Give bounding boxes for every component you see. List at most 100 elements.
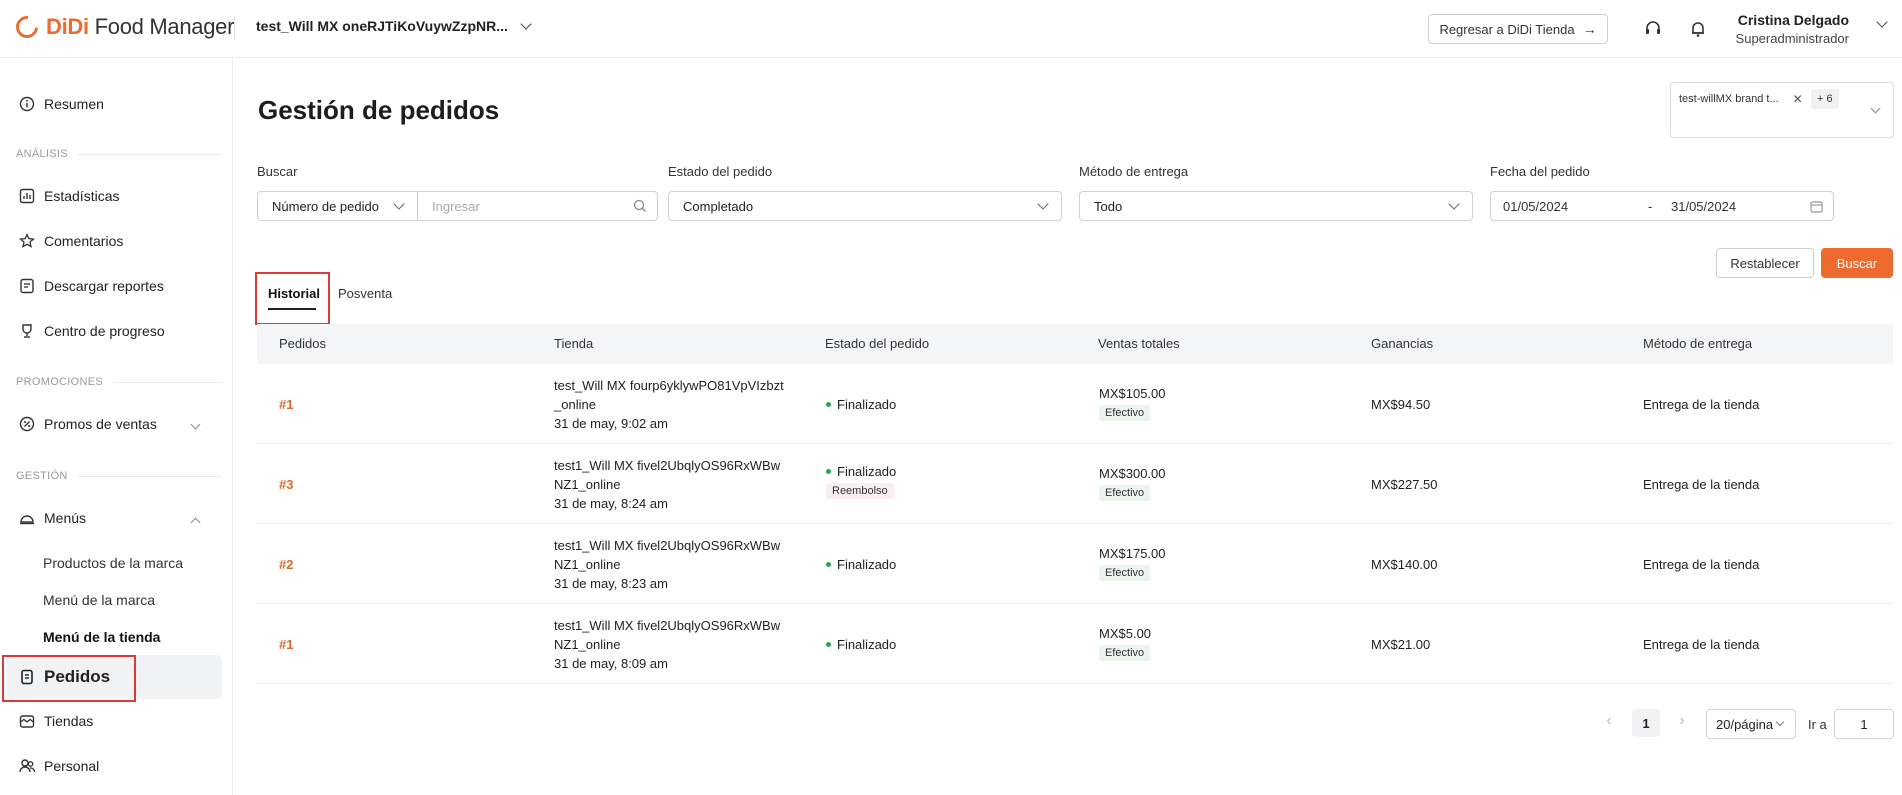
search-label: Buscar [257, 164, 298, 179]
page-size-value: 20/página [1716, 716, 1774, 732]
didi-food-manager-logo[interactable]: DiDi Food Manager [11, 11, 235, 43]
column-header-estado: Estado del pedido [825, 336, 930, 351]
sidebar-item-label: Centro de progreso [44, 323, 165, 339]
order-date: 31 de may, 9:02 am [554, 416, 668, 431]
trophy-icon [18, 322, 36, 340]
sidebar-item-promos-de-ventas[interactable]: Promos de ventas [0, 404, 222, 444]
order-date-range[interactable]: 01/05/2024 - 31/05/2024 [1490, 191, 1834, 221]
logo-product: Food Manager [94, 14, 235, 39]
sidebar-item-personal[interactable]: Personal [0, 746, 222, 786]
sidebar-item-label: Descargar reportes [44, 278, 164, 294]
brand-chip-label: test-willMX brand t... [1679, 93, 1779, 105]
tab-posventa[interactable]: Posventa [338, 286, 392, 301]
sidebar-item-menus[interactable]: Menús [0, 498, 222, 538]
earnings-cell: MX$21.00 [1371, 637, 1431, 652]
date-from[interactable]: 01/05/2024 [1503, 199, 1568, 214]
order-id-link[interactable]: #1 [279, 637, 293, 652]
page-size-select[interactable]: 20/página [1706, 709, 1796, 739]
column-header-ventas-totales: Ventas totales [1098, 336, 1180, 351]
user-profile[interactable]: Cristina Delgado Superadministrador [1735, 12, 1849, 46]
table-row[interactable]: #1 test_Will MX fourp6yklywPO81VpVIzbzt … [257, 364, 1893, 444]
payment-badge: Efectivo [1099, 645, 1151, 661]
sidebar-item-comentarios[interactable]: Comentarios [0, 221, 222, 261]
sidebar-subitem-menu-de-la-marca[interactable]: Menú de la marca [43, 592, 155, 608]
calendar-icon [1810, 200, 1823, 216]
store-name-line1: test1_Will MX fivel2UbqlyOS96RxWBw [554, 538, 781, 553]
table-row[interactable]: #3 test1_Will MX fivel2UbqlyOS96RxWBw NZ… [257, 444, 1893, 524]
store-cell: test_Will MX fourp6yklywPO81VpVIzbzt _on… [554, 376, 784, 433]
arrow-right-icon: → [1582, 21, 1597, 37]
search-icon[interactable] [633, 199, 647, 216]
search-type-select[interactable]: Número de pedido [258, 192, 418, 220]
store-name-line2: _online [554, 397, 596, 412]
highlight-box-historial [255, 272, 330, 325]
delivery-method-value: Todo [1094, 198, 1123, 214]
chevron-down-icon [1775, 717, 1785, 727]
chevron-down-icon [520, 18, 532, 30]
order-id-link[interactable]: #3 [279, 477, 293, 492]
brand-more-count: + 6 [1811, 89, 1839, 109]
store-cell: test1_Will MX fivel2UbqlyOS96RxWBw NZ1_o… [554, 536, 784, 593]
search-field: Número de pedido [257, 191, 658, 221]
pagination-next-icon[interactable]: › [1674, 712, 1690, 729]
store-selector[interactable]: test_Will MX oneRJTiKoVuywZzpNR... [256, 18, 532, 34]
sidebar-item-estadisticas[interactable]: Estadísticas [0, 176, 222, 216]
highlight-box-pedidos [2, 655, 136, 702]
back-to-didi-store-button[interactable]: Regresar a DiDi Tienda → [1428, 14, 1608, 44]
brand-chip: test-willMX brand t... ✕ [1679, 89, 1803, 109]
order-status-select[interactable]: Completado [668, 191, 1062, 221]
user-name: Cristina Delgado [1737, 12, 1849, 28]
order-status-text: Finalizado [837, 464, 897, 479]
refund-badge: Reembolso [826, 483, 894, 499]
sidebar-subitem-menu-de-la-tienda[interactable]: Menú de la tienda [43, 629, 160, 645]
payment-badge: Efectivo [1099, 405, 1151, 421]
user-menu-chevron-icon[interactable] [1876, 16, 1888, 28]
headset-support-icon[interactable] [1642, 18, 1664, 40]
delivery-method-cell: Entrega de la tienda [1643, 557, 1760, 572]
total-amount: MX$175.00 [1099, 546, 1166, 561]
sidebar-item-label: Comentarios [44, 233, 124, 249]
goto-page-input[interactable] [1834, 709, 1894, 739]
status-dot-icon [826, 642, 831, 647]
order-status-text: Finalizado [837, 637, 897, 652]
date-to[interactable]: 31/05/2024 [1671, 199, 1736, 214]
table-row[interactable]: #2 test1_Will MX fivel2UbqlyOS96RxWBw NZ… [257, 524, 1893, 604]
store-cell: test1_Will MX fivel2UbqlyOS96RxWBw NZ1_o… [554, 456, 784, 513]
percent-icon [18, 415, 36, 433]
total-amount: MX$5.00 [1099, 626, 1152, 641]
table-row[interactable]: #1 test1_Will MX fivel2UbqlyOS96RxWBw NZ… [257, 604, 1893, 684]
order-status: Finalizado [826, 397, 896, 412]
sidebar-item-tiendas[interactable]: Tiendas [0, 701, 222, 741]
sidebar-item-centro-de-progreso[interactable]: Centro de progreso [0, 311, 222, 351]
total-sales-cell: MX$5.00 Efectivo [1099, 626, 1151, 661]
back-button-label: Regresar a DiDi Tienda [1439, 21, 1575, 37]
logo-brand: DiDi [46, 14, 89, 39]
store-cell: test1_Will MX fivel2UbqlyOS96RxWBw NZ1_o… [554, 616, 784, 673]
total-sales-cell: MX$300.00 Efectivo [1099, 466, 1166, 501]
brand-filter-select[interactable]: test-willMX brand t... ✕ + 6 [1670, 82, 1894, 138]
sidebar-subitem-productos-de-la-marca[interactable]: Productos de la marca [43, 555, 183, 571]
delivery-method-select[interactable]: Todo [1079, 191, 1473, 221]
reset-button[interactable]: Restablecer [1716, 248, 1814, 278]
close-icon[interactable]: ✕ [1793, 92, 1803, 106]
store-name-line1: test_Will MX fourp6yklywPO81VpVIzbzt [554, 378, 784, 393]
section-label-analisis: ANÁLISIS [16, 148, 222, 160]
delivery-method-cell: Entrega de la tienda [1643, 477, 1760, 492]
pagination-prev-icon[interactable]: ‹ [1601, 712, 1617, 729]
order-date: 31 de may, 8:09 am [554, 656, 668, 671]
goto-page-label: Ir a [1808, 717, 1827, 732]
sidebar-item-resumen[interactable]: Resumen [0, 84, 222, 124]
payment-badge: Efectivo [1099, 485, 1151, 501]
order-status: Finalizado [826, 637, 896, 652]
earnings-cell: MX$227.50 [1371, 477, 1438, 492]
order-id-link[interactable]: #2 [279, 557, 293, 572]
search-input[interactable] [418, 192, 657, 220]
order-id-link[interactable]: #1 [279, 397, 293, 412]
bell-notification-icon[interactable] [1687, 18, 1709, 40]
status-dot-icon [826, 562, 831, 567]
pagination-current-page[interactable]: 1 [1632, 709, 1660, 737]
delivery-method-cell: Entrega de la tienda [1643, 397, 1760, 412]
search-button[interactable]: Buscar [1821, 248, 1893, 278]
order-status-text: Finalizado [837, 557, 897, 572]
sidebar-item-descargar-reportes[interactable]: Descargar reportes [0, 266, 222, 306]
